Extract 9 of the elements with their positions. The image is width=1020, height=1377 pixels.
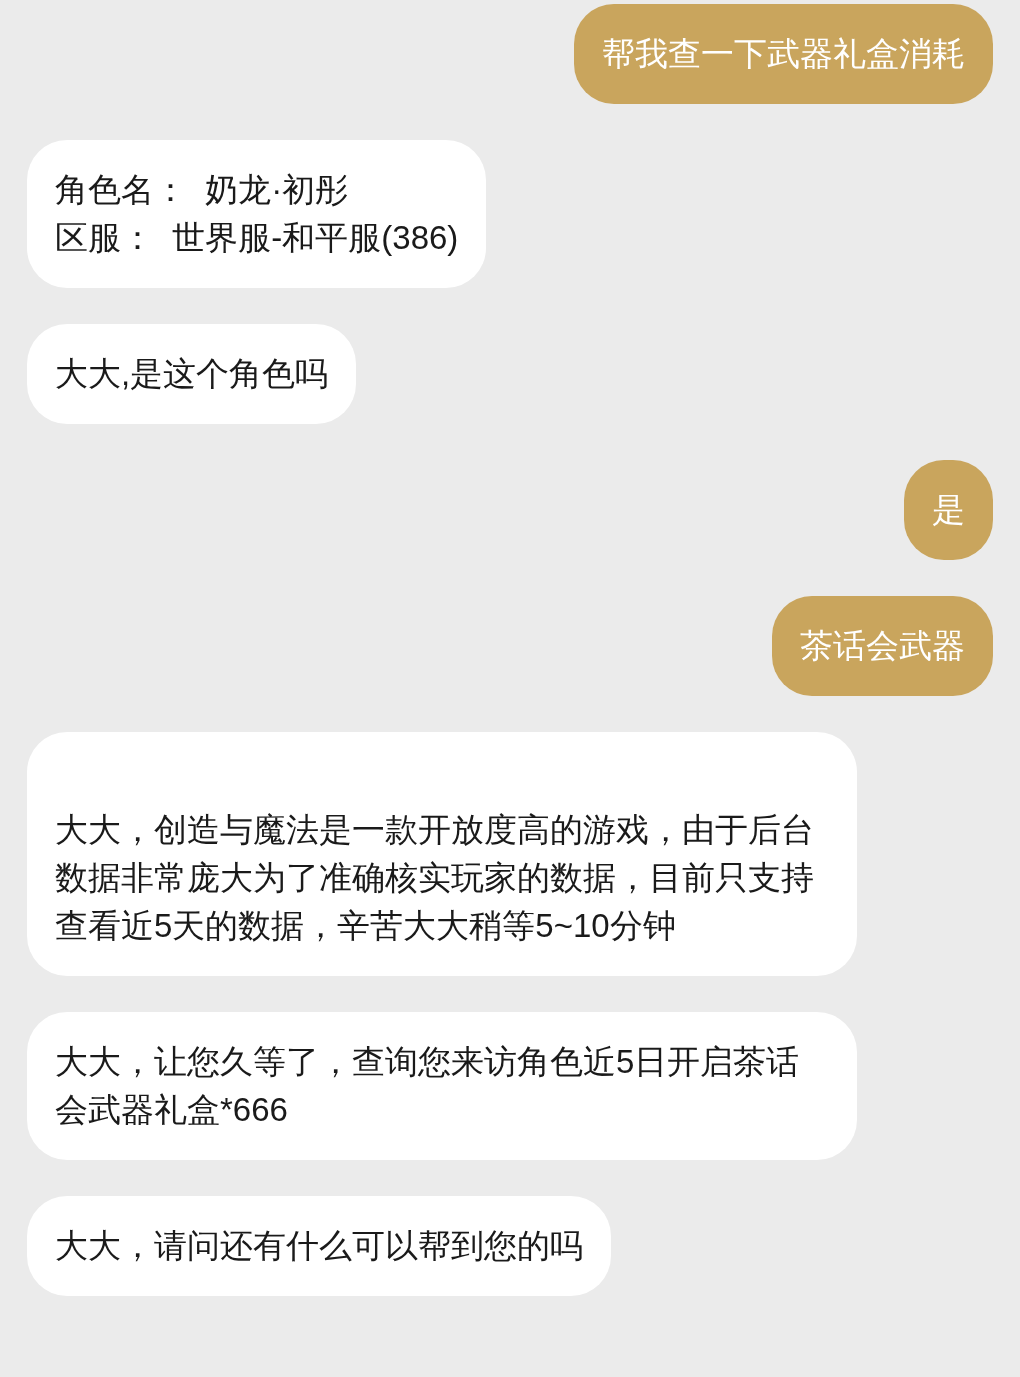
message-text: 角色名： 奶龙·初彤: [55, 170, 350, 210]
message-text: 区服： 世界服-和平服(386): [55, 218, 459, 258]
message-text: 大大，请问还有什么可以帮到您的吗: [55, 1226, 583, 1266]
message-text: 大大，创造与魔法是一款开放度高的游戏，由于后台数据非常庞大为了准确核实玩家的数据，目前只支持查看近5天的数据，辛苦大大稍等5~10分钟: [55, 810, 815, 946]
message-text: 茶话会武器: [800, 626, 965, 666]
message-text: 是: [932, 490, 965, 530]
message-text: 帮我查一下武器礼盒消耗: [602, 34, 965, 74]
message-text: 大大,是这个角色吗: [55, 354, 329, 394]
message-text: 大大，让您久等了，查询您来访角色近5日开启茶话会武器礼盒*666: [55, 1042, 801, 1130]
